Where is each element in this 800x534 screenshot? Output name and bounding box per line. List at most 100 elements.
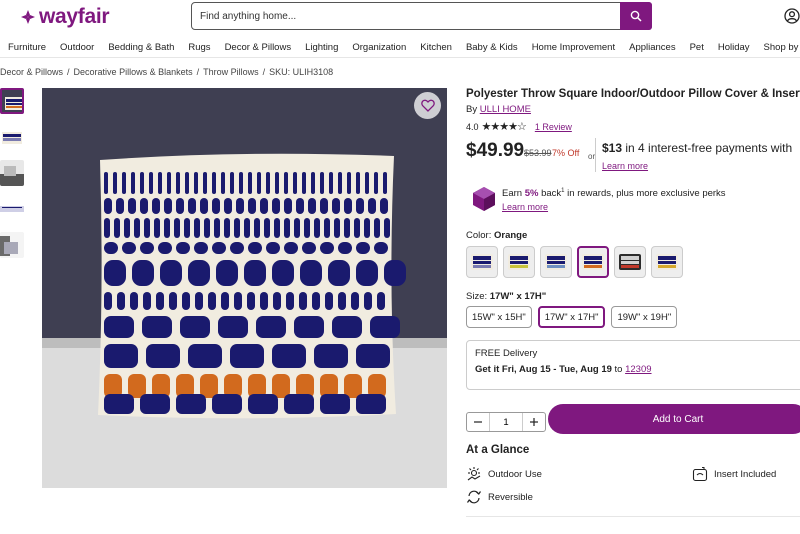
- nav-item[interactable]: Bedding & Bath: [108, 42, 174, 53]
- color-swatch[interactable]: [466, 246, 498, 278]
- nav-item[interactable]: Organization: [352, 42, 406, 53]
- discount-badge: 7% Off: [552, 148, 580, 158]
- feature-insert-included: Insert Included: [692, 466, 776, 482]
- size-option[interactable]: 17W" x 17H": [537, 306, 606, 328]
- breadcrumb-link[interactable]: Decor & Pillows: [0, 67, 63, 77]
- installment-learn-more-link[interactable]: Learn more: [602, 161, 648, 171]
- delivery-box: FREE Delivery Get it Fri, Aug 15 - Tue, …: [466, 340, 800, 390]
- thumbnail[interactable]: [0, 88, 24, 114]
- brand-link[interactable]: ULLI HOME: [480, 104, 531, 115]
- feature-label: Reversible: [488, 491, 533, 503]
- account-icon[interactable]: [784, 8, 800, 24]
- installment-amount: $13: [602, 141, 623, 155]
- nav-item[interactable]: Lighting: [305, 42, 338, 53]
- delivery-zip-link[interactable]: 12309: [625, 364, 651, 375]
- size-label: Size: 17W" x 17H": [466, 291, 546, 302]
- delivery-dates: Get it Fri, Aug 15 - Tue, Aug 19: [475, 364, 612, 375]
- logo-text: wayfair: [39, 5, 110, 28]
- rating-value: 4.0: [466, 121, 479, 132]
- breadcrumb: Decor & Pillows / Decorative Pillows & Bla…: [0, 67, 333, 77]
- nav-item[interactable]: Shop by Ro: [764, 42, 800, 53]
- color-label-text: Color:: [466, 230, 492, 241]
- rewards-tail: in rewards, plus more exclusive perks: [567, 188, 726, 200]
- color-swatch[interactable]: [503, 246, 535, 278]
- size-value: 17W" x 17H": [489, 291, 547, 302]
- installment-text: in 4 interest-free payments with: [625, 141, 793, 155]
- color-swatch[interactable]: [651, 246, 683, 278]
- color-label: Color: Orange: [466, 230, 527, 241]
- thumbnail[interactable]: [0, 232, 24, 258]
- nav-item[interactable]: Decor & Pillows: [225, 42, 292, 53]
- breadcrumb-link[interactable]: Decorative Pillows & Blankets: [74, 67, 193, 77]
- decrease-quantity-button[interactable]: [467, 413, 489, 431]
- rewards-text: Earn 5% back1 in rewards, plus more excl…: [502, 188, 726, 200]
- rewards-gem-icon: [473, 187, 495, 211]
- search-icon: [630, 10, 642, 22]
- installment-info: $13 in 4 interest-free payments with: [602, 141, 792, 155]
- nav-item[interactable]: Kitchen: [420, 42, 452, 53]
- color-swatch[interactable]: [577, 246, 609, 278]
- size-options: 15W" x 15H" 17W" x 17H" 19W" x 19H": [466, 306, 678, 328]
- price: $49.99: [466, 140, 525, 161]
- reversible-icon: [467, 490, 481, 504]
- thumbnail[interactable]: [0, 196, 24, 222]
- color-swatch[interactable]: [614, 246, 646, 278]
- brand-line: By ULLI HOME: [466, 104, 531, 115]
- quantity-input[interactable]: [489, 413, 523, 431]
- rewards-suffix: back: [541, 188, 562, 200]
- plus-icon: [530, 418, 538, 426]
- nav-item[interactable]: Appliances: [629, 42, 675, 53]
- nav-item[interactable]: Pet: [690, 42, 704, 53]
- product-image[interactable]: [42, 88, 447, 488]
- nav-item[interactable]: Furniture: [8, 42, 46, 53]
- nav-item[interactable]: Holiday: [718, 42, 750, 53]
- divider: [595, 138, 596, 172]
- feature-reversible: Reversible: [466, 489, 533, 505]
- nav-item[interactable]: Baby & Kids: [466, 42, 518, 53]
- at-a-glance-title: At a Glance: [466, 444, 530, 456]
- breadcrumb-separator: /: [196, 67, 200, 77]
- rewards-learn-more-link[interactable]: Learn more: [502, 202, 548, 212]
- nav-item[interactable]: Rugs: [188, 42, 210, 53]
- color-swatch[interactable]: [540, 246, 572, 278]
- feature-outdoor-use: Outdoor Use: [466, 466, 542, 482]
- wayfair-logo[interactable]: wayfair: [20, 5, 110, 29]
- delivery-free: FREE Delivery: [475, 348, 538, 359]
- thumbnail[interactable]: [0, 160, 24, 186]
- review-link[interactable]: 1 Review: [535, 122, 572, 132]
- old-price: $53.99: [524, 148, 552, 158]
- add-to-cart-button[interactable]: Add to Cart: [548, 404, 800, 434]
- outdoor-icon: [467, 467, 481, 481]
- feature-label: Outdoor Use: [488, 468, 542, 480]
- by-prefix: By: [466, 104, 478, 115]
- insert-icon: [692, 467, 708, 482]
- search-input[interactable]: [192, 3, 620, 29]
- favorite-button[interactable]: [414, 92, 441, 119]
- heart-icon: [420, 99, 435, 112]
- delivery-to: to: [614, 364, 623, 375]
- minus-icon: [474, 421, 482, 423]
- logo-mark-icon: [21, 10, 35, 24]
- thumbnail-strip: [0, 88, 26, 268]
- size-label-text: Size:: [466, 291, 488, 302]
- nav-item[interactable]: Home Improvement: [532, 42, 615, 53]
- site-header: wayfair: [0, 0, 800, 36]
- increase-quantity-button[interactable]: [523, 413, 545, 431]
- delivery-date-line: Get it Fri, Aug 15 - Tue, Aug 19 to 1230…: [475, 364, 797, 375]
- divider: [466, 516, 800, 517]
- color-swatches: [466, 246, 683, 278]
- thumbnail[interactable]: [0, 124, 24, 150]
- feature-label: Insert Included: [714, 468, 777, 480]
- size-option[interactable]: 19W" x 19H": [611, 306, 678, 328]
- size-option[interactable]: 15W" x 15H": [466, 306, 532, 328]
- rating-stars: ★★★★☆: [481, 121, 527, 133]
- breadcrumb-separator: /: [262, 67, 266, 77]
- breadcrumb-link[interactable]: Throw Pillows: [203, 67, 259, 77]
- search-button[interactable]: [620, 2, 652, 30]
- category-nav: Furniture Outdoor Bedding & Bath Rugs Decor …: [0, 38, 800, 58]
- quantity-stepper: [466, 412, 546, 432]
- rating-row: 4.0 ★★★★☆ 1 Review: [466, 120, 572, 133]
- product-title: Polyester Throw Square Indoor/Outdoor Pi…: [466, 88, 800, 100]
- nav-item[interactable]: Outdoor: [60, 42, 94, 53]
- rewards-percent: 5%: [524, 188, 539, 200]
